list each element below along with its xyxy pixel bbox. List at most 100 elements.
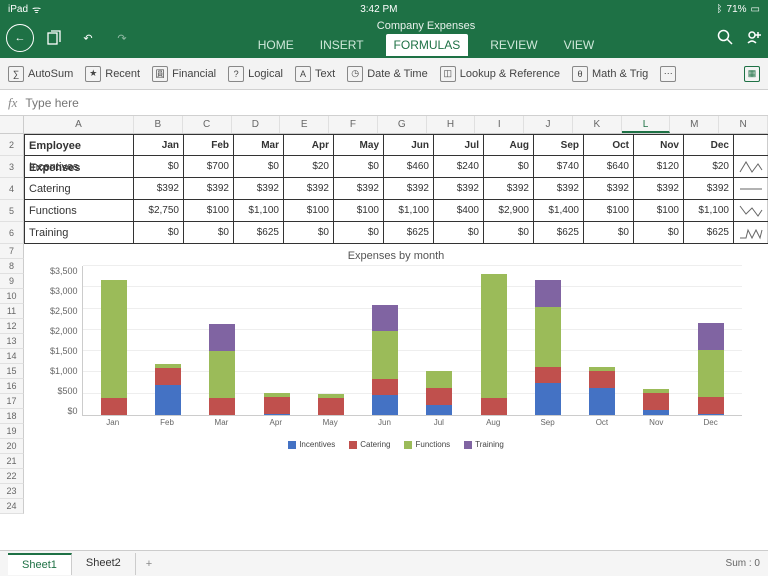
row-19[interactable]: 19 [0, 424, 24, 439]
ribbon-autosum[interactable]: ∑AutoSum [8, 66, 73, 82]
data-cell[interactable]: $0 [334, 156, 384, 177]
data-cell[interactable]: $2,750 [134, 200, 184, 221]
data-cell[interactable]: $625 [684, 222, 734, 243]
col-N[interactable]: N [719, 116, 768, 133]
data-cell[interactable]: $0 [584, 222, 634, 243]
col-M[interactable]: M [670, 116, 719, 133]
data-cell[interactable]: $0 [134, 222, 184, 243]
tab-review[interactable]: REVIEW [486, 34, 541, 56]
row-9[interactable]: 9 [0, 274, 24, 289]
data-cell[interactable]: $100 [284, 200, 334, 221]
bar-feb[interactable] [155, 364, 181, 415]
sheet-tab-sheet1[interactable]: Sheet1 [8, 553, 72, 575]
ribbon-math-trig[interactable]: θMath & Trig [572, 66, 648, 82]
row-3[interactable]: 3 [0, 156, 24, 178]
row-8[interactable]: 8 [0, 259, 24, 274]
row-10[interactable]: 10 [0, 289, 24, 304]
chart[interactable]: Expenses by month $3,500$3,000$2,500$2,0… [24, 244, 768, 451]
col-F[interactable]: F [329, 116, 378, 133]
ribbon-recent[interactable]: ★Recent [85, 66, 140, 82]
ribbon-lookup-reference[interactable]: ◫Lookup & Reference [440, 66, 560, 82]
data-cell[interactable]: $1,400 [534, 200, 584, 221]
data-cell[interactable]: $392 [334, 178, 384, 199]
data-cell[interactable]: $392 [184, 178, 234, 199]
row-15[interactable]: 15 [0, 364, 24, 379]
ribbon-financial[interactable]: 圓Financial [152, 66, 216, 82]
bar-jan[interactable] [101, 280, 127, 415]
tab-view[interactable]: VIEW [560, 34, 599, 56]
col-C[interactable]: C [183, 116, 232, 133]
tab-home[interactable]: HOME [254, 34, 298, 56]
data-cell[interactable]: $392 [684, 178, 734, 199]
col-E[interactable]: E [280, 116, 329, 133]
data-cell[interactable]: $740 [534, 156, 584, 177]
bar-apr[interactable] [264, 393, 290, 415]
row-11[interactable]: 11 [0, 304, 24, 319]
row-5[interactable]: 5 [0, 200, 24, 222]
row-17[interactable]: 17 [0, 394, 24, 409]
data-cell[interactable]: $100 [334, 200, 384, 221]
data-cell[interactable]: $625 [534, 222, 584, 243]
col-A[interactable]: A [24, 116, 134, 133]
bar-may[interactable] [318, 394, 344, 415]
data-cell[interactable]: $392 [284, 178, 334, 199]
data-cell[interactable]: $0 [484, 156, 534, 177]
col-D[interactable]: D [232, 116, 281, 133]
bar-nov[interactable] [643, 389, 669, 415]
data-cell[interactable]: $700 [184, 156, 234, 177]
file-button[interactable] [40, 24, 68, 52]
data-cell[interactable]: $0 [334, 222, 384, 243]
data-cell[interactable]: $392 [534, 178, 584, 199]
data-cell[interactable]: $100 [584, 200, 634, 221]
row-20[interactable]: 20 [0, 439, 24, 454]
data-cell[interactable]: $392 [584, 178, 634, 199]
row-24[interactable]: 24 [0, 499, 24, 514]
data-cell[interactable]: $0 [284, 222, 334, 243]
data-cell[interactable]: $0 [484, 222, 534, 243]
row-12[interactable]: 12 [0, 319, 24, 334]
data-cell[interactable]: $400 [434, 200, 484, 221]
ribbon-text[interactable]: AText [295, 66, 335, 82]
data-cell[interactable]: $640 [584, 156, 634, 177]
sheet-tab-sheet2[interactable]: Sheet2 [72, 553, 136, 575]
redo-button[interactable]: ↷ [108, 24, 136, 52]
data-cell[interactable]: $0 [134, 156, 184, 177]
col-G[interactable]: G [378, 116, 427, 133]
row-18[interactable]: 18 [0, 409, 24, 424]
share-icon[interactable] [744, 28, 762, 49]
data-cell[interactable]: $1,100 [684, 200, 734, 221]
data-cell[interactable]: $392 [484, 178, 534, 199]
col-L[interactable]: L [622, 116, 671, 133]
data-cell[interactable]: $392 [134, 178, 184, 199]
col-J[interactable]: J [524, 116, 573, 133]
add-sheet-button[interactable]: + [136, 554, 162, 574]
bar-jul[interactable] [426, 371, 452, 415]
row-23[interactable]: 23 [0, 484, 24, 499]
ribbon-logical[interactable]: ?Logical [228, 66, 283, 82]
data-cell[interactable]: $20 [284, 156, 334, 177]
data-cell[interactable]: $0 [634, 222, 684, 243]
row-13[interactable]: 13 [0, 334, 24, 349]
formula-input[interactable] [25, 96, 760, 110]
back-button[interactable]: ← [6, 24, 34, 52]
bar-oct[interactable] [589, 367, 615, 416]
ribbon-more[interactable]: ⋯ [660, 66, 676, 82]
data-cell[interactable]: $20 [684, 156, 734, 177]
data-cell[interactable]: $392 [634, 178, 684, 199]
data-cell[interactable]: $0 [234, 156, 284, 177]
data-cell[interactable]: $392 [234, 178, 284, 199]
row-21[interactable]: 21 [0, 454, 24, 469]
bar-aug[interactable] [481, 274, 507, 415]
data-cell[interactable]: $0 [184, 222, 234, 243]
data-cell[interactable]: $100 [634, 200, 684, 221]
row-16[interactable]: 16 [0, 379, 24, 394]
row-6[interactable]: 6 [0, 222, 24, 244]
col-B[interactable]: B [134, 116, 183, 133]
ribbon-date-time[interactable]: ◷Date & Time [347, 66, 428, 82]
data-cell[interactable]: $240 [434, 156, 484, 177]
bar-dec[interactable] [698, 323, 724, 415]
row-22[interactable]: 22 [0, 469, 24, 484]
data-cell[interactable]: $100 [184, 200, 234, 221]
col-I[interactable]: I [475, 116, 524, 133]
data-cell[interactable]: $625 [384, 222, 434, 243]
